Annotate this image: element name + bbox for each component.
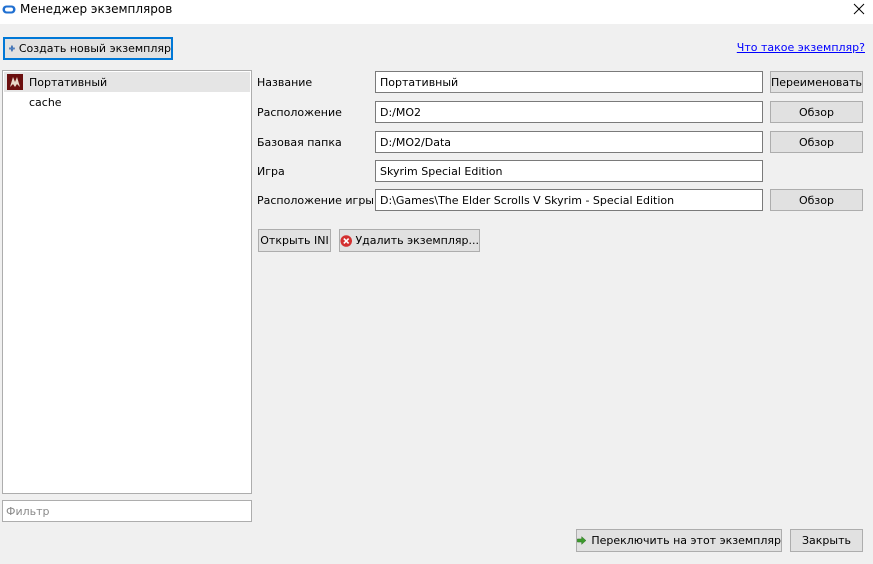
delete-instance-button[interactable]: Удалить экземпляр... — [339, 229, 480, 252]
plus-icon — [9, 45, 15, 52]
title-bar: Менеджер экземпляров — [0, 0, 873, 20]
skyrim-instance-icon — [7, 74, 23, 90]
switch-instance-button[interactable]: Переключить на этот экземпляр — [576, 529, 782, 552]
create-instance-label: Создать новый экземпляр — [18, 42, 171, 55]
open-ini-button[interactable]: Открыть INI — [258, 229, 331, 252]
list-item-label: cache — [29, 95, 62, 109]
game-label: Игра — [257, 165, 285, 178]
mo2-logo-icon — [2, 5, 16, 14]
list-item-label: Портативный — [29, 75, 108, 89]
create-instance-button[interactable]: Создать новый экземпляр — [3, 37, 173, 60]
close-icon[interactable] — [851, 1, 867, 17]
list-item-portable[interactable]: Портативный — [4, 72, 250, 92]
rename-button[interactable]: Переименовать — [770, 71, 863, 93]
list-item-cache[interactable]: cache — [4, 92, 250, 112]
location-label: Расположение — [257, 106, 342, 119]
game-location-browse-button[interactable]: Обзор — [770, 189, 863, 211]
name-label: Название — [257, 76, 313, 89]
location-browse-button[interactable]: Обзор — [770, 101, 863, 123]
window-title: Менеджер экземпляров — [20, 2, 173, 16]
game-location-field[interactable]: D:\Games\The Elder Scrolls V Skyrim - Sp… — [375, 189, 763, 211]
base-folder-browse-button[interactable]: Обзор — [770, 131, 863, 153]
game-field: Skyrim Special Edition — [375, 160, 763, 182]
delete-icon — [340, 234, 353, 247]
filter-input[interactable] — [2, 500, 252, 522]
dialog-body: Создать новый экземпляр Что такое экземп… — [0, 24, 873, 564]
close-button[interactable]: Закрыть — [790, 529, 863, 552]
game-location-label: Расположение игры — [257, 194, 374, 207]
delete-instance-label: Удалить экземпляр... — [355, 234, 479, 247]
base-folder-label: Базовая папка — [257, 136, 342, 149]
base-folder-field[interactable]: D:/MO2/Data — [375, 131, 763, 153]
arrow-right-icon — [577, 536, 587, 545]
switch-instance-label: Переключить на этот экземпляр — [591, 534, 781, 547]
location-field[interactable]: D:/MO2 — [375, 101, 763, 123]
what-is-instance-link[interactable]: Что такое экземпляр? — [737, 41, 865, 54]
name-field[interactable]: Портативный — [375, 71, 763, 93]
instance-list[interactable]: Портативный cache — [2, 70, 252, 494]
